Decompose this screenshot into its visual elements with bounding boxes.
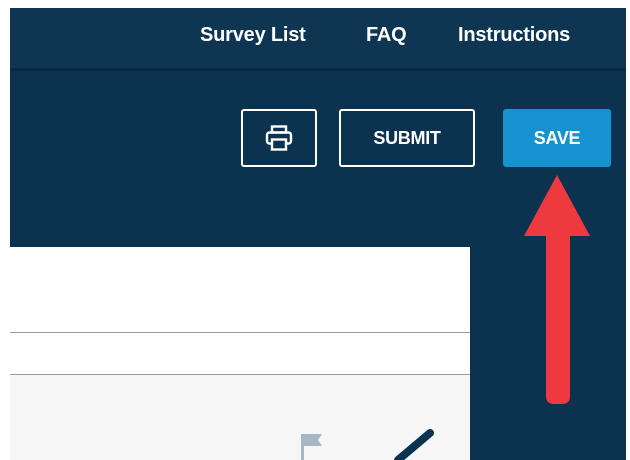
nav-link-survey-list[interactable]: Survey List bbox=[200, 22, 306, 48]
annotation-arrow-up bbox=[524, 175, 590, 404]
printer-icon bbox=[265, 125, 293, 151]
pencil-icon[interactable] bbox=[380, 427, 436, 460]
nav-link-instructions[interactable]: Instructions bbox=[458, 22, 570, 48]
submit-button[interactable]: SUBMIT bbox=[339, 109, 475, 167]
screenshot-frame: Survey List FAQ Instructions SUBMIT SAVE bbox=[0, 0, 630, 460]
save-button[interactable]: SAVE bbox=[503, 109, 611, 167]
nav-link-faq[interactable]: FAQ bbox=[366, 22, 407, 48]
top-navigation: Survey List FAQ Instructions bbox=[10, 8, 626, 71]
survey-panel bbox=[10, 247, 470, 460]
panel-divider bbox=[10, 332, 470, 333]
flag-icon[interactable] bbox=[300, 432, 324, 460]
print-button[interactable] bbox=[241, 109, 317, 167]
